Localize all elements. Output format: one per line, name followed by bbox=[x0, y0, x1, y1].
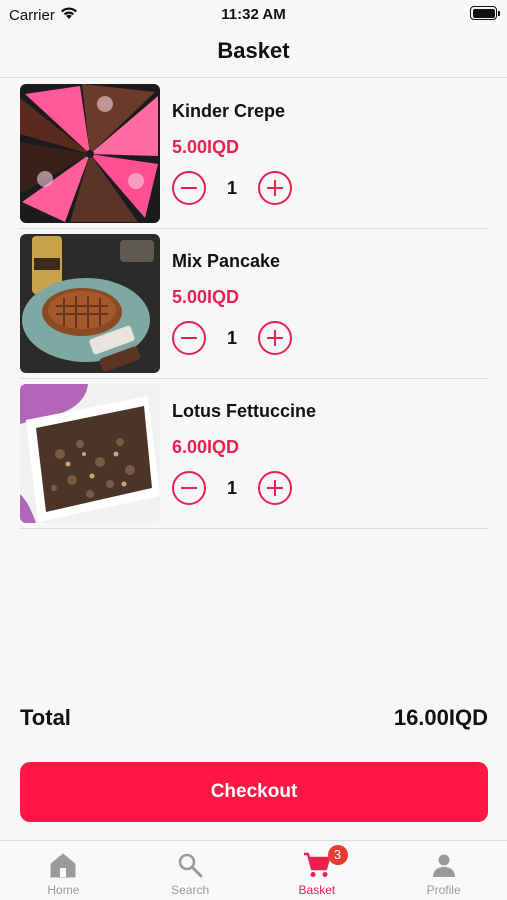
quantity-stepper: 1 bbox=[172, 171, 294, 207]
battery-icon bbox=[470, 6, 500, 20]
minus-icon bbox=[181, 486, 197, 489]
tab-profile-label: Profile bbox=[426, 883, 461, 897]
checkout-button[interactable]: Checkout bbox=[20, 762, 488, 822]
item-price: 5.00IQD bbox=[172, 137, 240, 157]
plus-icon-stem bbox=[273, 330, 276, 346]
tab-search[interactable]: Search bbox=[127, 841, 254, 900]
minus-icon bbox=[181, 186, 197, 189]
quantity-value: 1 bbox=[226, 178, 237, 198]
increase-quantity-button[interactable] bbox=[258, 171, 292, 205]
checkout-label: Checkout bbox=[210, 781, 298, 802]
search-icon bbox=[176, 851, 204, 879]
decrease-quantity-button[interactable] bbox=[172, 171, 206, 205]
item-name: Mix Pancake bbox=[172, 251, 281, 271]
item-name: Kinder Crepe bbox=[172, 101, 286, 121]
clock: 11:32 AM bbox=[221, 6, 286, 23]
lotus-fettuccine-image bbox=[20, 384, 160, 523]
basket-item-list: Kinder Crepe 5.00IQD 1 Mix Pancake 5.00I… bbox=[20, 79, 488, 529]
tab-home-label: Home bbox=[47, 883, 80, 897]
tab-bar: Home Search 3 Basket Profile bbox=[0, 840, 507, 900]
decrease-quantity-button[interactable] bbox=[172, 471, 206, 505]
plus-icon-stem bbox=[273, 180, 276, 196]
total-value: 16.00IQD bbox=[393, 705, 488, 730]
kinder-crepe-image bbox=[20, 84, 160, 223]
total-row: Total 16.00IQD bbox=[20, 705, 488, 735]
quantity-value: 1 bbox=[226, 328, 237, 348]
basket-item: Lotus Fettuccine 6.00IQD 1 bbox=[20, 379, 488, 529]
total-label: Total bbox=[20, 705, 71, 730]
person-icon bbox=[430, 851, 458, 879]
basket-item: Mix Pancake 5.00IQD 1 bbox=[20, 229, 488, 379]
decrease-quantity-button[interactable] bbox=[172, 321, 206, 355]
status-bar: Carrier 11:32 AM bbox=[0, 0, 507, 28]
plus-icon-stem bbox=[273, 480, 276, 496]
home-icon bbox=[49, 851, 77, 879]
cart-icon bbox=[303, 851, 331, 879]
item-price: 5.00IQD bbox=[172, 287, 240, 307]
tab-basket-label: Basket bbox=[298, 883, 336, 897]
minus-icon bbox=[181, 336, 197, 339]
tab-home[interactable]: Home bbox=[0, 841, 127, 900]
quantity-stepper: 1 bbox=[172, 321, 294, 357]
increase-quantity-button[interactable] bbox=[258, 471, 292, 505]
tab-basket[interactable]: 3 Basket bbox=[254, 841, 381, 900]
basket-item: Kinder Crepe 5.00IQD 1 bbox=[20, 79, 488, 229]
tab-profile[interactable]: Profile bbox=[380, 841, 507, 900]
quantity-value: 1 bbox=[226, 478, 237, 498]
increase-quantity-button[interactable] bbox=[258, 321, 292, 355]
item-name: Lotus Fettuccine bbox=[172, 401, 317, 421]
navigation-bar: Basket bbox=[0, 28, 507, 78]
quantity-stepper: 1 bbox=[172, 471, 294, 507]
mix-pancake-image bbox=[20, 234, 160, 373]
basket-count-badge: 3 bbox=[327, 845, 348, 865]
tab-search-label: Search bbox=[171, 883, 210, 897]
page-title: Basket bbox=[217, 38, 290, 63]
basket-screen: Carrier 11:32 AM Basket Kinder Crepe 5.0… bbox=[0, 0, 507, 900]
item-price: 6.00IQD bbox=[172, 437, 240, 457]
